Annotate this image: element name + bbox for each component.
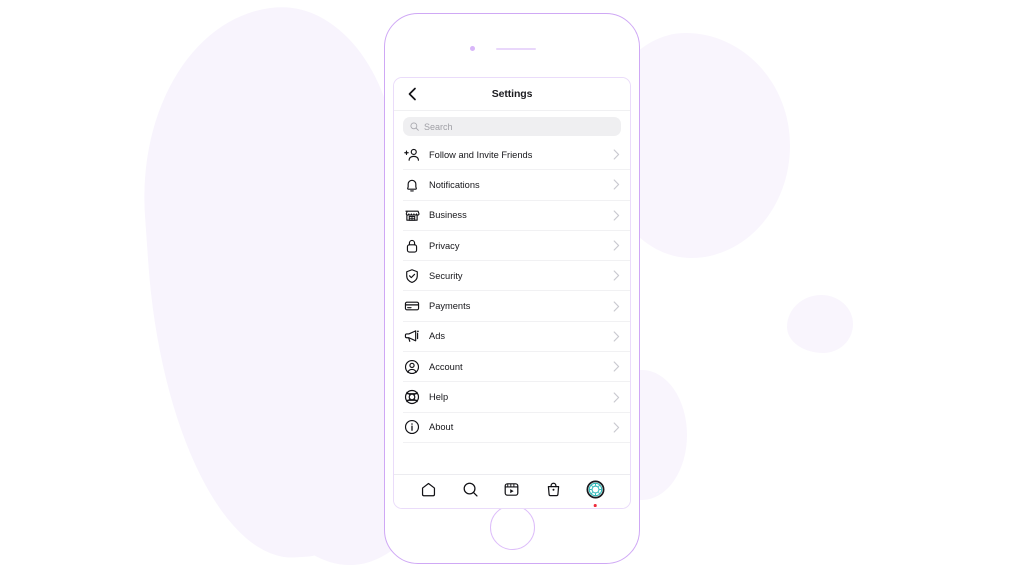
bottom-navigation-bar — [394, 474, 630, 508]
settings-row-label: Payments — [429, 301, 471, 312]
chevron-right-icon — [611, 301, 621, 312]
chevron-left-icon — [408, 87, 416, 101]
profile-avatar-icon — [586, 480, 605, 504]
chevron-right-icon — [611, 270, 621, 281]
settings-row-business[interactable]: Business — [403, 201, 630, 231]
search-section: Search — [394, 111, 630, 140]
phone-home-button[interactable] — [490, 505, 535, 550]
chevron-right-icon — [611, 391, 621, 403]
shield-check-icon — [403, 267, 420, 284]
settings-row-follow-and-invite-friends[interactable]: Follow and Invite Friends — [403, 140, 630, 171]
nav-item-shop[interactable] — [543, 481, 565, 503]
nav-item-reels[interactable] — [501, 481, 523, 503]
nav-item-home[interactable] — [418, 481, 440, 503]
settings-row-ads[interactable]: Ads — [403, 322, 630, 353]
storefront-icon — [403, 207, 420, 224]
chevron-right-icon — [611, 422, 621, 433]
add-person-icon — [403, 146, 420, 163]
settings-row-about[interactable]: About — [403, 413, 630, 443]
settings-row-label: Follow and Invite Friends — [429, 149, 533, 160]
settings-row-privacy[interactable]: Privacy — [403, 231, 630, 262]
app-header: Settings — [394, 78, 630, 111]
shopping-bag-icon — [545, 481, 562, 503]
screenshot-canvas: Settings Search Follow and Invite Friend… — [0, 0, 1024, 576]
settings-row-label: Ads — [429, 331, 446, 342]
page-title: Settings — [491, 88, 533, 100]
phone-speaker-grill — [496, 48, 536, 50]
nav-item-profile[interactable] — [584, 480, 606, 507]
phone-camera-icon — [470, 46, 475, 51]
settings-row-help[interactable]: Help — [403, 382, 630, 413]
settings-row-label: Business — [429, 210, 467, 221]
app-screen: Settings Search Follow and Invite Friend… — [393, 77, 631, 509]
settings-row-label: Security — [429, 270, 463, 281]
settings-row-security[interactable]: Security — [403, 261, 630, 292]
settings-row-payments[interactable]: Payments — [403, 291, 630, 322]
user-circle-icon — [403, 358, 420, 375]
settings-list: Follow and Invite Friends Notifications — [394, 140, 630, 474]
settings-row-label: Account — [429, 361, 463, 372]
notification-badge-dot — [593, 503, 597, 507]
chevron-right-icon — [611, 149, 621, 160]
settings-row-notifications[interactable]: Notifications — [403, 170, 630, 201]
nav-item-search[interactable] — [459, 481, 481, 503]
phone-frame: Settings Search Follow and Invite Friend… — [384, 13, 640, 564]
settings-row-label: Help — [429, 392, 449, 403]
chevron-right-icon — [611, 331, 621, 342]
credit-card-icon — [403, 298, 420, 315]
chevron-right-icon — [611, 361, 621, 372]
search-icon — [462, 481, 479, 503]
home-icon — [420, 481, 437, 503]
settings-row-account[interactable]: Account — [403, 352, 630, 383]
settings-row-label: Privacy — [429, 240, 460, 251]
bell-icon — [403, 176, 420, 193]
back-button[interactable] — [403, 85, 421, 103]
chevron-right-icon — [611, 179, 621, 191]
info-circle-icon — [403, 419, 420, 436]
search-placeholder: Search — [424, 121, 453, 132]
chevron-right-icon — [611, 210, 621, 221]
background-blob-right-small — [787, 295, 853, 353]
lock-icon — [403, 237, 420, 254]
reels-play-icon — [503, 481, 520, 503]
background-blob-left — [131, 0, 424, 567]
chevron-right-icon — [611, 240, 621, 251]
settings-row-label: About — [429, 422, 454, 433]
lifebuoy-icon — [403, 389, 420, 406]
settings-row-label: Notifications — [429, 179, 480, 190]
megaphone-icon — [403, 328, 420, 345]
search-icon — [410, 122, 419, 131]
search-input[interactable]: Search — [403, 117, 621, 136]
